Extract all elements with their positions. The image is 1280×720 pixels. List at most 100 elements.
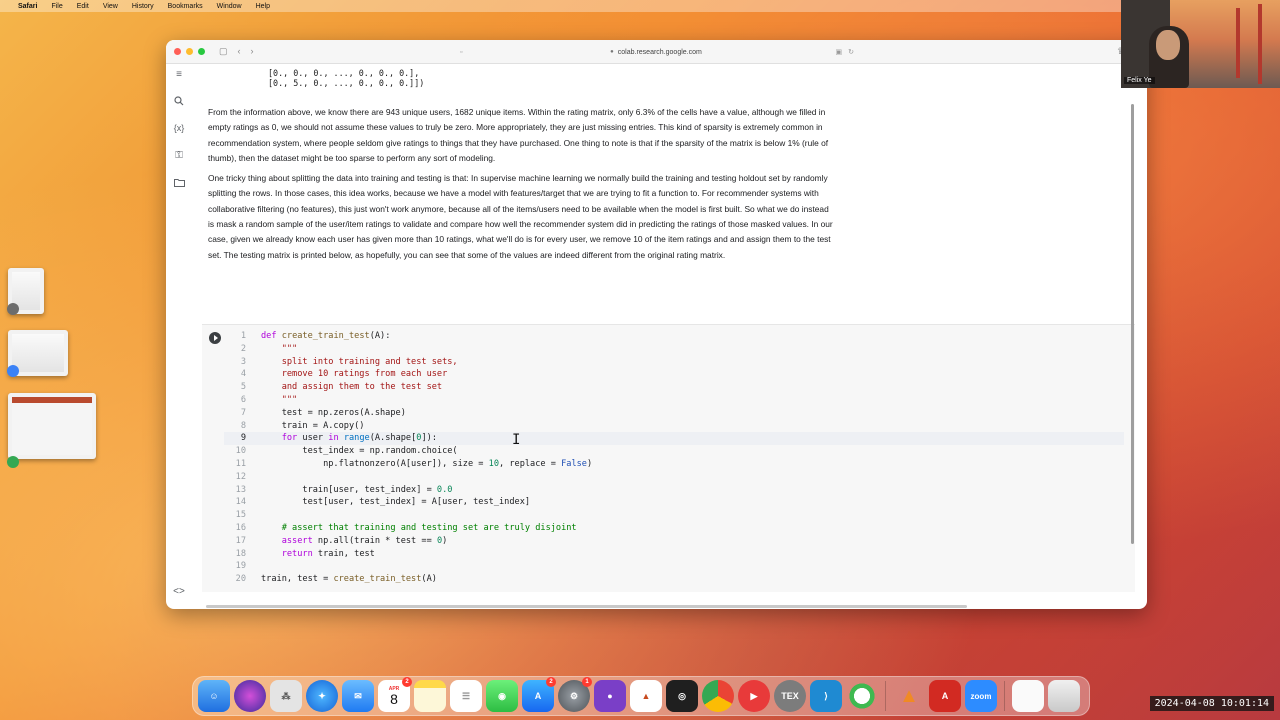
translate-icon[interactable]: ▣ (836, 48, 843, 56)
output-line: [0., 5., 0., ..., 0., 0., 0.]]) (268, 78, 425, 88)
messages-icon[interactable]: ◉ (486, 680, 518, 712)
github-icon[interactable]: ● (594, 680, 626, 712)
settings-badge: 1 (582, 677, 592, 687)
vscode-icon[interactable]: ⟩ (810, 680, 842, 712)
page-icon: ▫ (460, 48, 463, 56)
tex-icon[interactable]: TEX (774, 680, 806, 712)
key-icon[interactable]: ⚿ (171, 147, 187, 163)
line-number: 16 (235, 522, 246, 533)
finder-icon[interactable]: ☺ (198, 680, 230, 712)
code-line[interactable]: 11 np.flatnonzero(A[user]), size = 10, r… (224, 458, 1124, 471)
calendar-icon[interactable]: APR 8 2 (378, 677, 412, 712)
cast-icon[interactable]: ▶ (738, 680, 770, 712)
code-text: """ (261, 394, 298, 405)
notes-icon[interactable] (414, 680, 446, 712)
safari-icon[interactable]: ✦ (306, 680, 338, 712)
code-line[interactable]: 17 assert np.all(train * test == 0) (224, 535, 1124, 548)
code-line[interactable]: 16 # assert that training and testing se… (224, 522, 1124, 535)
code-text: train = A.copy() (261, 420, 365, 431)
code-line[interactable]: 18 return train, test (224, 548, 1124, 561)
code-line[interactable]: 15 (224, 509, 1124, 522)
code-snippets-icon[interactable]: <> (171, 583, 187, 599)
dock: ☺ ⁂ ✦ ✉ APR 8 2 ☰ ◉ A 2 ⚙ 1 ● ▲ ◎ ▶ TEX … (192, 676, 1090, 716)
mail-icon[interactable]: ✉ (342, 680, 374, 712)
close-button[interactable] (174, 48, 181, 55)
menu-help[interactable]: Help (256, 3, 270, 10)
vlc-icon[interactable]: ▲ (893, 680, 925, 712)
menu-edit[interactable]: Edit (77, 3, 89, 10)
code-text: # assert that training and testing set a… (261, 522, 577, 533)
siri-icon[interactable] (234, 680, 266, 712)
code-line[interactable]: 14 test[user, test_index] = A[user, test… (224, 496, 1124, 509)
cell-output: [0., 0., 0., ..., 0., 0., 0.], [0., 5., … (202, 68, 1135, 88)
code-line[interactable]: 7 test = np.zeros(A.shape) (224, 407, 1124, 420)
code-editor[interactable]: 1 def create_train_test(A): 2 """ 3 split i… (224, 330, 1124, 586)
code-text: split into training and test sets, (261, 356, 458, 367)
menu-app-name[interactable]: Safari (18, 3, 37, 10)
horizontal-scrollbar[interactable] (206, 605, 967, 608)
back-arrow-icon[interactable]: ‹ (238, 46, 241, 57)
code-line[interactable]: 3 split into training and test sets, (224, 356, 1124, 369)
menu-file[interactable]: File (51, 3, 62, 10)
forward-arrow-icon[interactable]: › (251, 46, 254, 57)
acrobat-icon[interactable]: A (929, 680, 961, 712)
search-icon[interactable] (171, 93, 187, 109)
settings-icon[interactable]: ⚙ 1 (558, 677, 592, 712)
menu-bar: Safari File Edit View History Bookmarks … (0, 0, 1280, 12)
line-number: 9 (240, 433, 246, 444)
output-line: [0., 0., 0., ..., 0., 0., 0.], (268, 68, 420, 78)
reload-icon[interactable]: ↻ (848, 48, 854, 56)
menu-history[interactable]: History (132, 3, 154, 10)
appstore-icon[interactable]: A 2 (522, 677, 556, 712)
zoom-button[interactable] (198, 48, 205, 55)
code-line[interactable]: 9 for user in range(A.shape[0]): (224, 432, 1124, 446)
code-text: test_index = np.random.choice( (261, 446, 458, 457)
menu-bookmarks[interactable]: Bookmarks (168, 3, 203, 10)
video-overlay[interactable]: Felix Ye (1121, 0, 1280, 88)
menu-view[interactable]: View (103, 3, 118, 10)
code-line[interactable]: 8 train = A.copy() (224, 420, 1124, 433)
folder-icon[interactable] (171, 174, 187, 190)
toolbar-left: ▢ ‹ › (219, 46, 254, 57)
document-icon[interactable] (1012, 680, 1044, 712)
code-line[interactable]: 1 def create_train_test(A): (224, 330, 1124, 343)
code-line[interactable]: 2 """ (224, 343, 1124, 356)
code-line[interactable]: 5 and assign them to the test set (224, 381, 1124, 394)
code-line[interactable]: 4 remove 10 ratings from each user (224, 368, 1124, 381)
line-number: 11 (235, 458, 246, 469)
line-number: 2 (240, 343, 246, 354)
spinner-icon[interactable] (846, 680, 878, 712)
launchpad-icon[interactable]: ⁂ (270, 680, 302, 712)
desktop-window-thumbnail[interactable] (8, 393, 96, 459)
colab-notebook: ≡ {x} ⚿ <> [0., 0., 0., ..., 0., 0., 0.]… (166, 64, 1147, 609)
reminders-icon[interactable]: ☰ (450, 680, 482, 712)
code-cell[interactable]: ✓ 1def create_train_test(A):2 """3 split… (202, 324, 1135, 592)
trash-icon[interactable] (1048, 680, 1080, 712)
code-line[interactable]: 10 test_index = np.random.choice( (224, 445, 1124, 458)
code-line[interactable]: 12 (224, 471, 1124, 484)
run-cell-button[interactable] (209, 332, 221, 344)
dock-separator (885, 681, 886, 711)
toc-icon[interactable]: ≡ (171, 66, 187, 82)
variables-icon[interactable]: {x} (171, 120, 187, 136)
address-bar[interactable]: ▫ ● colab.research.google.com ▣ ↻ (446, 45, 866, 59)
matlab-icon[interactable]: ▲ (630, 680, 662, 712)
lock-icon: ● (610, 49, 614, 55)
minimize-button[interactable] (186, 48, 193, 55)
participant-name: Felix Ye (1124, 77, 1155, 84)
code-line[interactable]: 20 train, test = create_train_test(A) (224, 573, 1124, 586)
zoom-icon[interactable]: zoom (965, 680, 997, 712)
line-number: 13 (235, 484, 246, 495)
code-line[interactable]: 6 """ (224, 394, 1124, 407)
line-number: 4 (240, 369, 246, 380)
code-line[interactable]: 19 (224, 560, 1124, 573)
markdown-paragraph: One tricky thing about splitting the dat… (208, 173, 833, 260)
menu-window[interactable]: Window (217, 3, 242, 10)
vertical-scrollbar[interactable] (1131, 104, 1134, 544)
copilot-icon[interactable]: ◎ (666, 680, 698, 712)
code-text: test[user, test_index] = A[user, test_in… (261, 497, 531, 508)
code-line[interactable]: 13 train[user, test_index] = 0.0 (224, 484, 1124, 497)
chrome-icon[interactable] (702, 680, 734, 712)
code-text: for user in range(A.shape[0]): (281, 433, 437, 444)
sidebar-toggle-icon[interactable]: ▢ (219, 46, 228, 57)
